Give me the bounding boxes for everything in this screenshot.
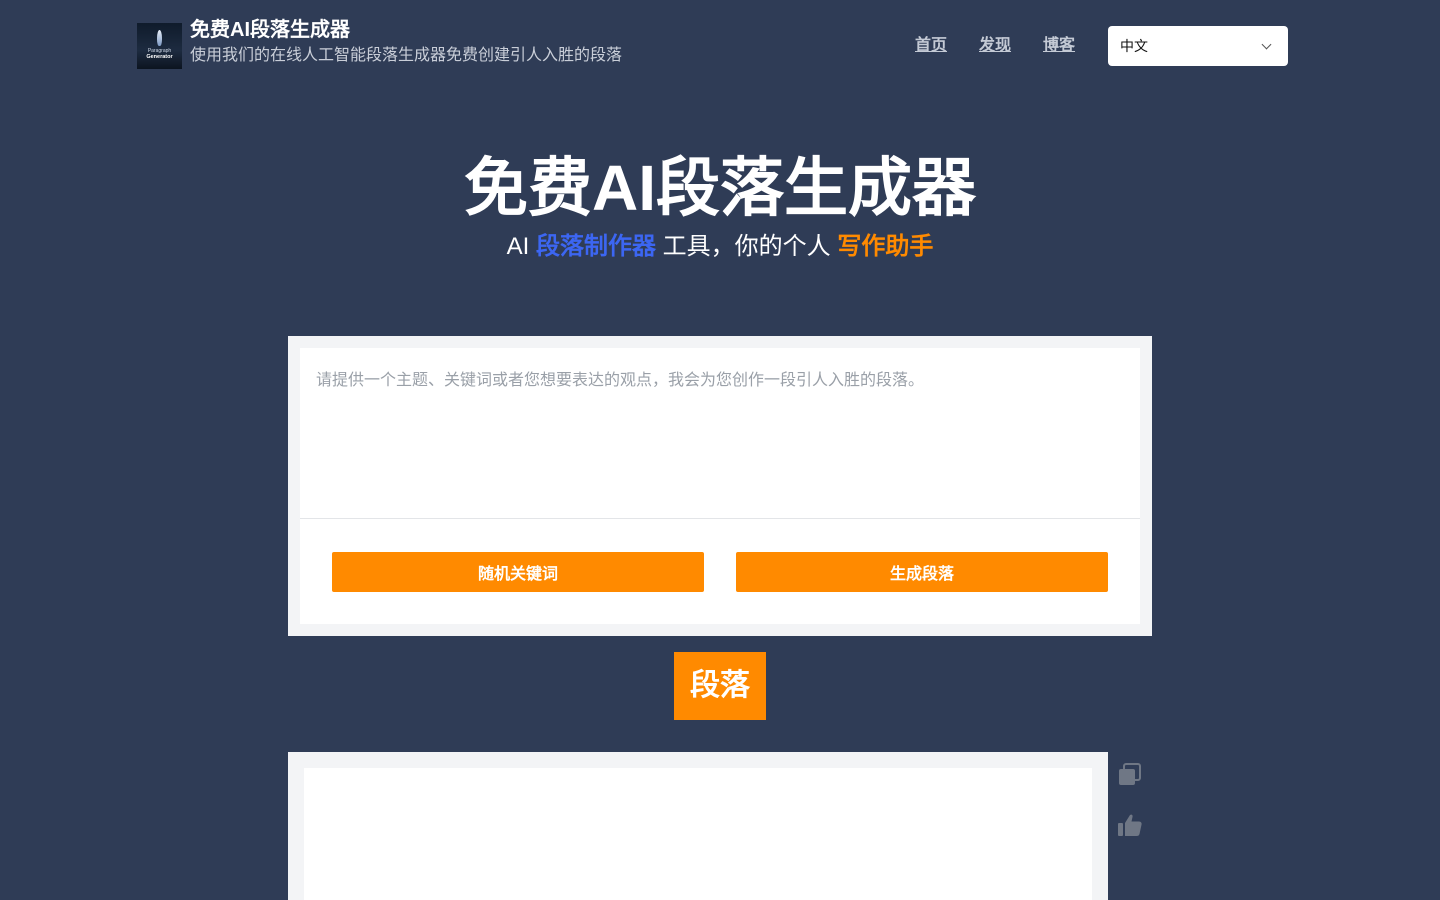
paragraph-section-badge: 段落 — [674, 652, 766, 720]
input-card: 随机关键词 生成段落 — [300, 348, 1140, 624]
copy-icon[interactable] — [1117, 761, 1143, 787]
hero-subtitle-highlight-blue: 段落制作器 — [536, 233, 656, 260]
nav-link-home[interactable]: 首页 — [915, 36, 947, 56]
language-select[interactable]: 中文 — [1108, 26, 1288, 66]
output-panel — [288, 752, 1108, 900]
logo-text-line2: Generator — [146, 54, 173, 60]
hero-subtitle-prefix: AI — [506, 233, 536, 260]
hero-title: 免费AI段落生成器 — [464, 152, 976, 224]
site-logo[interactable]: Paragraph Generator — [137, 23, 182, 69]
generate-paragraph-button[interactable]: 生成段落 — [736, 552, 1108, 592]
topic-input[interactable] — [300, 348, 1140, 519]
language-select-value: 中文 — [1120, 38, 1148, 54]
input-panel: 随机关键词 生成段落 — [288, 336, 1152, 636]
paragraph-output — [304, 768, 1092, 900]
hero-subtitle-middle: 工具，你的个人 — [656, 233, 838, 260]
hero-subtitle-highlight-orange: 写作助手 — [837, 233, 934, 260]
quill-icon — [157, 30, 162, 46]
hero-subtitle: AI 段落制作器 工具，你的个人 写作助手 — [0, 232, 1440, 262]
chevron-down-icon — [1261, 39, 1272, 50]
random-keyword-button[interactable]: 随机关键词 — [332, 552, 704, 592]
thumbs-up-icon[interactable] — [1117, 812, 1143, 838]
header: Paragraph Generator 免费AI段落生成器 使用我们的在线人工智… — [0, 0, 1440, 92]
site-title[interactable]: 免费AI段落生成器 — [190, 18, 350, 42]
nav-link-discover[interactable]: 发现 — [979, 36, 1011, 56]
site-subtitle: 使用我们的在线人工智能段落生成器免费创建引人入胜的段落 — [190, 47, 623, 64]
nav-link-blog[interactable]: 博客 — [1043, 36, 1075, 56]
